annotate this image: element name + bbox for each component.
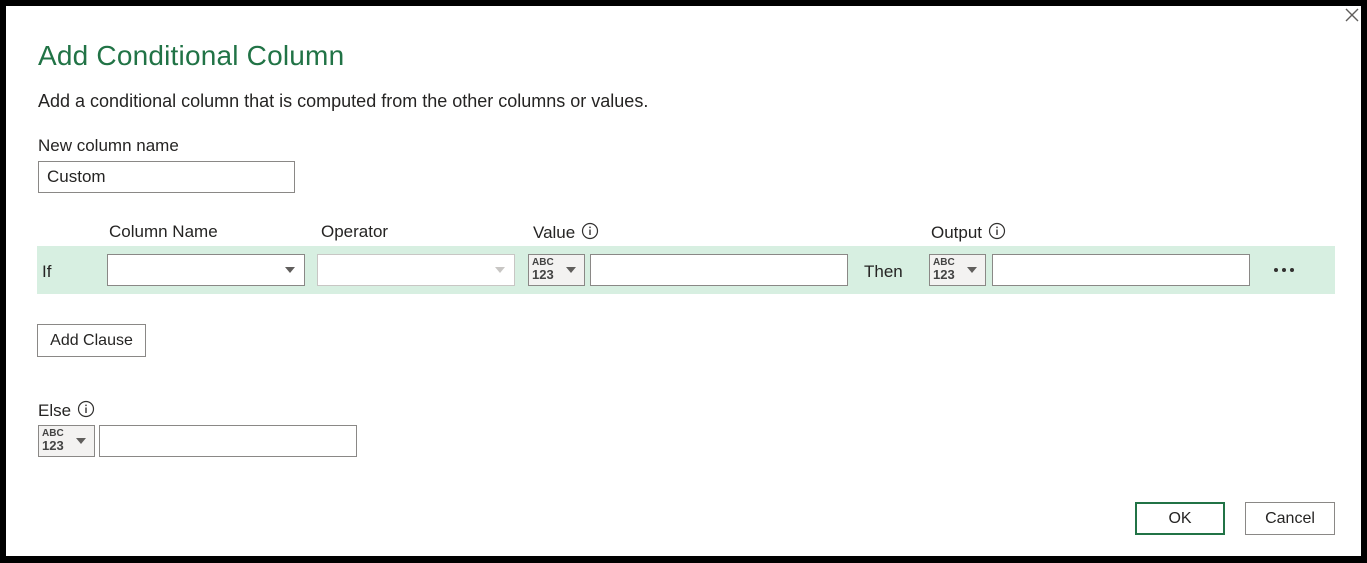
dialog-description: Add a conditional column that is compute… — [38, 91, 649, 111]
new-column-name-label: New column name — [38, 136, 179, 155]
dialog-title: Add Conditional Column — [38, 40, 345, 71]
operator-select[interactable] — [317, 254, 515, 286]
else-type-button[interactable]: ABC 123 — [38, 425, 95, 457]
else-input[interactable] — [99, 425, 357, 457]
value-header: Value — [533, 222, 599, 245]
new-column-name-input[interactable] — [38, 161, 295, 193]
close-icon — [1345, 8, 1359, 22]
cancel-button[interactable]: Cancel — [1245, 502, 1335, 535]
then-label: Then — [864, 262, 903, 281]
else-info-icon[interactable] — [77, 400, 95, 423]
output-header: Output — [931, 222, 1006, 245]
value-type-button[interactable]: ABC 123 — [528, 254, 585, 286]
output-type-button[interactable]: ABC 123 — [929, 254, 986, 286]
chevron-down-icon — [566, 267, 576, 273]
add-clause-button[interactable]: Add Clause — [37, 324, 146, 357]
else-label: Else — [38, 400, 72, 420]
output-input[interactable] — [992, 254, 1250, 286]
output-type-123: 123 — [933, 267, 955, 282]
close-button[interactable] — [1343, 6, 1361, 24]
value-type-123: 123 — [532, 267, 554, 282]
if-label: If — [42, 262, 52, 281]
output-header-text: Output — [931, 222, 983, 242]
clause-row: If ABC 123 Then ABC 123 — [37, 246, 1335, 294]
ok-button[interactable]: OK — [1135, 502, 1225, 535]
else-type-123: 123 — [42, 438, 64, 453]
clause-more-button[interactable] — [1272, 256, 1298, 284]
chevron-down-icon — [76, 438, 86, 444]
more-icon — [1274, 268, 1294, 272]
chevron-down-icon — [285, 267, 295, 273]
column-name-select[interactable] — [107, 254, 305, 286]
else-label-row: Else — [38, 400, 95, 423]
operator-header: Operator — [321, 222, 389, 241]
column-name-header: Column Name — [109, 222, 218, 241]
value-input[interactable] — [590, 254, 848, 286]
value-info-icon[interactable] — [581, 222, 599, 245]
output-info-icon[interactable] — [988, 222, 1006, 245]
chevron-down-icon — [967, 267, 977, 273]
value-header-text: Value — [533, 222, 576, 242]
chevron-down-icon — [495, 267, 505, 273]
add-conditional-column-dialog: Add Conditional Column Add a conditional… — [6, 6, 1361, 556]
